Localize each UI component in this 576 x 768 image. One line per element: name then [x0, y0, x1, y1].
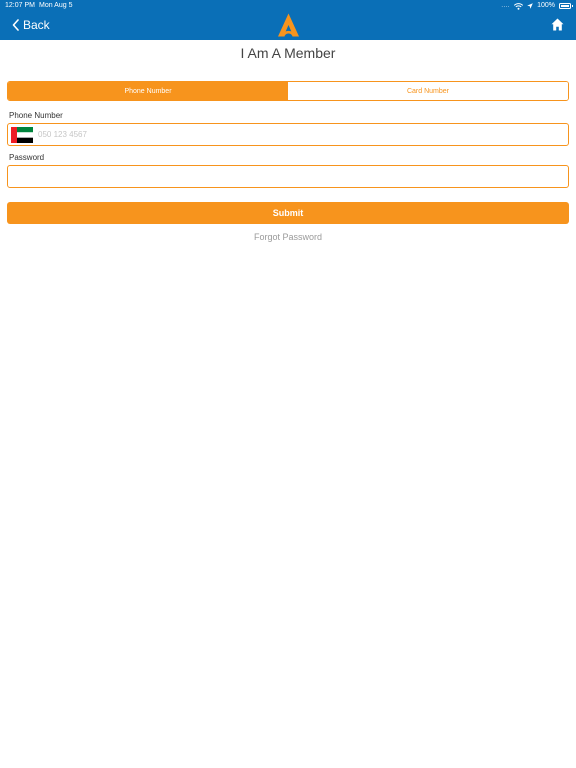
tab-phone-number[interactable]: Phone Number [8, 82, 288, 100]
password-input[interactable] [16, 166, 556, 187]
chevron-left-icon [12, 19, 19, 31]
status-time: 12:07 PM [5, 2, 35, 9]
phone-number-input[interactable] [38, 124, 558, 145]
location-icon [527, 3, 533, 9]
home-icon[interactable] [551, 18, 564, 31]
status-right: .... 100% [501, 0, 573, 12]
wifi-icon [514, 2, 524, 10]
page-title: I Am A Member [240, 45, 336, 61]
navigation-bar: 12:07 PM Mon Aug 5 .... 100% Back [0, 0, 576, 40]
status-bar: 12:07 PM Mon Aug 5 .... 100% [0, 0, 576, 12]
battery-percentage: 100% [537, 2, 555, 9]
uae-flag-icon[interactable] [11, 127, 33, 143]
brand-logo-icon [278, 13, 299, 37]
submit-button[interactable]: Submit [7, 202, 569, 224]
back-label: Back [23, 18, 50, 32]
password-field-container [7, 165, 569, 188]
forgot-password-link[interactable]: Forgot Password [0, 232, 576, 242]
status-date: Mon Aug 5 [39, 2, 73, 9]
password-label: Password [9, 153, 45, 162]
signal-indicator: .... [501, 3, 511, 9]
back-button[interactable]: Back [12, 17, 50, 33]
phone-number-label: Phone Number [9, 111, 63, 120]
phone-number-field-container [7, 123, 569, 146]
battery-icon [559, 3, 573, 9]
tab-card-number[interactable]: Card Number [288, 82, 568, 100]
login-method-tabs: Phone Number Card Number [7, 81, 569, 101]
